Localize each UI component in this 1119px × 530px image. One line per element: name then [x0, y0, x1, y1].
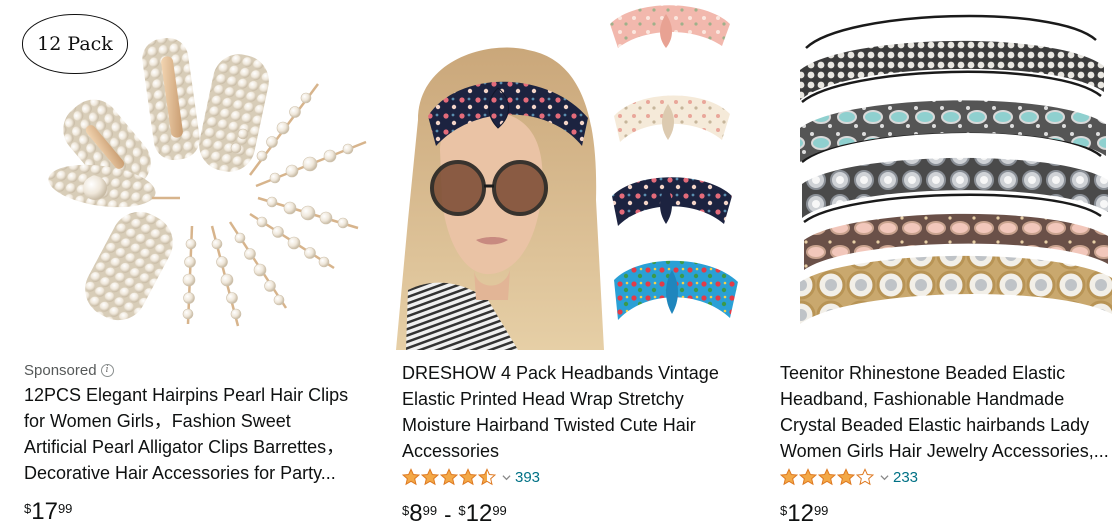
price-symbol: $ — [24, 501, 32, 516]
star-half-icon — [478, 468, 496, 486]
price[interactable]: $ 17 99 — [24, 498, 72, 526]
product-image-pearl-clips[interactable]: 12 Pack — [0, 0, 378, 350]
price-separator: - — [444, 502, 452, 527]
price-whole: 12 — [787, 500, 814, 527]
review-count-link[interactable]: 233 — [893, 469, 918, 486]
price-symbol: $ — [780, 503, 788, 518]
title-line: Accessories — [402, 441, 500, 461]
price-symbol: $ — [458, 503, 466, 518]
rhinestone-headbands-illustration — [800, 14, 1112, 324]
product-image-headbands[interactable] — [378, 0, 756, 350]
price-symbol: $ — [402, 503, 410, 518]
price-fraction: 99 — [813, 503, 829, 518]
star-full-icon — [402, 468, 420, 486]
product-title-link[interactable]: DRESHOW 4 Pack Headbands Vintage Elastic… — [402, 360, 750, 464]
product-title-link[interactable]: 12PCS Elegant Hairpins Pearl Hair Clips … — [24, 382, 372, 486]
star-full-icon — [421, 468, 439, 486]
star-full-icon — [818, 468, 836, 486]
price[interactable]: $ 12 99 — [780, 500, 828, 528]
title-line: Crystal Beaded Elastic hairbands Lady — [780, 415, 1090, 435]
product-card-2[interactable]: DRESHOW 4 Pack Headbands Vintage Elastic… — [378, 0, 756, 530]
price-whole: 17 — [31, 498, 58, 525]
chevron-down-icon[interactable] — [880, 473, 889, 482]
product-title-link[interactable]: Teenitor Rhinestone Beaded Elastic Headb… — [780, 360, 1113, 464]
star-full-icon — [459, 468, 477, 486]
price-fraction: 99 — [422, 503, 438, 518]
title-line: Decorative Hair Accessories for Party... — [24, 463, 336, 483]
product-card-1[interactable]: 12 Pack Sponsored i 12PCS Elegant Hairpi… — [0, 0, 378, 530]
price-fraction: 99 — [492, 503, 507, 518]
price-whole: 8 — [409, 500, 423, 527]
star-rating[interactable] — [780, 468, 874, 486]
product-image-rhinestone-headbands[interactable] — [756, 0, 1119, 350]
star-empty-icon — [856, 468, 874, 486]
star-full-icon — [780, 468, 798, 486]
chevron-down-icon[interactable] — [502, 473, 511, 482]
star-rating[interactable] — [402, 468, 496, 486]
title-line: 12PCS Elegant Hairpins Pearl Hair Clips — [24, 385, 349, 405]
title-line: Teenitor Rhinestone Beaded Elastic — [780, 363, 1066, 383]
sponsored-label[interactable]: Sponsored i — [24, 362, 372, 379]
title-line: Artificial Pearl Alligator Clips Barrett… — [24, 437, 345, 457]
rating-row[interactable]: 233 — [780, 468, 918, 486]
star-full-icon — [799, 468, 817, 486]
pack-badge: 12 Pack — [22, 14, 128, 74]
price-range[interactable]: $ 8 99 - $ 12 99 — [402, 500, 507, 528]
price-whole: 12 — [465, 500, 493, 527]
star-full-icon — [837, 468, 855, 486]
product-card-3[interactable]: Teenitor Rhinestone Beaded Elastic Headb… — [756, 0, 1119, 530]
title-line: Elastic Printed Head Wrap Stretchy — [402, 389, 684, 409]
title-line: Moisture Hairband Twisted Cute Hair — [402, 415, 696, 435]
rating-row[interactable]: 393 — [402, 468, 540, 486]
star-full-icon — [440, 468, 458, 486]
title-line: DRESHOW 4 Pack Headbands Vintage — [402, 363, 719, 383]
title-line: for Women Girls，Fashion Sweet — [24, 411, 291, 431]
title-line: Headband, Fashionable Handmade — [780, 389, 1065, 409]
price-fraction: 99 — [57, 501, 73, 516]
info-icon[interactable]: i — [100, 364, 114, 377]
headbands-illustration — [396, 5, 738, 350]
review-count-link[interactable]: 393 — [515, 469, 540, 486]
title-line: Women Girls Hair Jewelry Accessories,... — [780, 441, 1109, 461]
sponsored-text: Sponsored — [24, 362, 97, 379]
